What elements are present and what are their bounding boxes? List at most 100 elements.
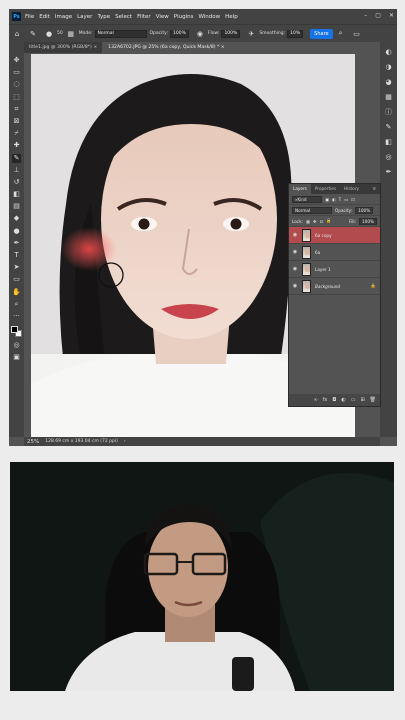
filter-type-icon[interactable]: T (339, 197, 342, 202)
frame-tool-icon[interactable]: ⊠ (12, 117, 21, 126)
hand-tool-icon[interactable]: ✋ (12, 288, 21, 297)
maximize-icon[interactable]: ▢ (375, 12, 381, 19)
pen-tool-icon[interactable]: ✒ (12, 239, 21, 248)
menu-window[interactable]: Window (198, 14, 220, 20)
menu-help[interactable]: Help (225, 14, 238, 20)
tab-close-icon[interactable]: × (221, 45, 225, 50)
visibility-eye-icon[interactable]: ◉ (292, 283, 298, 289)
blend-mode-select[interactable]: Normal (292, 206, 332, 214)
lock-all-icon[interactable]: 🔒 (326, 218, 331, 224)
tab-history[interactable]: History (340, 184, 363, 194)
brush-preset-icon[interactable]: ● (44, 29, 54, 39)
layer-fill-field[interactable]: 100% (359, 217, 377, 225)
channels-icon[interactable]: ◎ (384, 153, 393, 162)
lock-position-icon[interactable]: ✥ (313, 219, 317, 224)
eyedropper-tool-icon[interactable]: ⌿ (12, 129, 21, 138)
layers-icon[interactable]: ◧ (384, 138, 393, 147)
mode-select[interactable]: Normal (94, 29, 147, 38)
home-icon[interactable]: ⌂ (12, 29, 22, 39)
menu-select[interactable]: Select (115, 14, 132, 20)
close-icon[interactable]: ✕ (389, 12, 394, 19)
panel-menu-icon[interactable]: ≡ (368, 184, 380, 194)
tab-layers[interactable]: Layers (289, 184, 311, 194)
mask-icon[interactable]: ◘ (332, 397, 336, 403)
spot-healing-tool-icon[interactable]: ✚ (12, 141, 21, 150)
visibility-eye-icon[interactable]: ◉ (292, 249, 298, 255)
brush-panel-icon[interactable]: ✎ (384, 123, 393, 132)
pressure-opacity-icon[interactable]: ◉ (195, 29, 205, 39)
kind-filter-select[interactable]: ⌕ Kind (292, 195, 322, 203)
move-tool-icon[interactable]: ✥ (12, 56, 21, 65)
visibility-eye-icon[interactable]: ◉ (292, 266, 298, 272)
adjustment-icon[interactable]: ◐ (341, 397, 345, 403)
search-icon[interactable]: ⌕ (336, 29, 346, 39)
zoom-level[interactable]: 25% (27, 439, 39, 445)
lasso-tool-icon[interactable]: ◌ (12, 80, 21, 89)
lock-artboard-icon[interactable]: ⊡ (319, 219, 323, 224)
tab-properties[interactable]: Properties (311, 184, 340, 194)
lock-pixels-icon[interactable]: ▦ (306, 219, 310, 224)
screen-mode-icon[interactable]: ▣ (12, 353, 21, 362)
link-icon[interactable]: ∞ (313, 397, 317, 403)
eraser-tool-icon[interactable]: ◧ (12, 190, 21, 199)
menu-type[interactable]: Type (97, 14, 110, 20)
zoom-tool-icon[interactable]: ⌕ (12, 300, 21, 309)
workspace-icon[interactable]: ▭ (352, 29, 362, 39)
menu-file[interactable]: File (25, 14, 34, 20)
more-tools-icon[interactable]: ··· (12, 312, 21, 321)
tab-close-icon[interactable]: × (93, 45, 97, 50)
menu-image[interactable]: Image (55, 14, 72, 20)
menu-layer[interactable]: Layer (77, 14, 92, 20)
menu-edit[interactable]: Edit (39, 14, 50, 20)
flow-field[interactable]: 100% (221, 29, 241, 38)
layer-row[interactable]: ◉ 6a (289, 244, 380, 261)
swatches-icon[interactable]: ▦ (384, 93, 393, 102)
crop-tool-icon[interactable]: ⌗ (12, 105, 21, 114)
layer-row[interactable]: ◉ 6a copy (289, 227, 380, 244)
fx-icon[interactable]: fx (323, 397, 328, 403)
learn-icon[interactable]: ◐ (384, 48, 393, 57)
type-tool-icon[interactable]: T (12, 251, 21, 260)
path-select-tool-icon[interactable]: ➤ (12, 263, 21, 272)
minimize-icon[interactable]: – (364, 12, 367, 19)
object-select-tool-icon[interactable]: ⬚ (12, 93, 21, 102)
clone-stamp-tool-icon[interactable]: ⊥ (12, 166, 21, 175)
foreground-color[interactable] (11, 326, 18, 334)
brush-tool-icon[interactable]: ✎ (28, 29, 38, 39)
status-arrow-icon[interactable]: › (124, 439, 126, 444)
dodge-tool-icon[interactable]: ● (12, 227, 21, 236)
layer-row[interactable]: ◉ Background 🔒 (289, 278, 380, 295)
opacity-field[interactable]: 100% (170, 29, 189, 38)
filter-adjustment-icon[interactable]: ◐ (332, 197, 336, 202)
menu-filter[interactable]: Filter (137, 14, 151, 20)
filter-shape-icon[interactable]: ▭ (344, 197, 348, 202)
smoothing-field[interactable]: 10% (287, 29, 304, 38)
menu-view[interactable]: View (156, 14, 169, 20)
group-icon[interactable]: ▭ (351, 397, 356, 403)
adjustments-icon[interactable]: ◑ (384, 63, 393, 72)
color-swatches[interactable] (11, 326, 22, 338)
gradient-tool-icon[interactable]: ▤ (12, 202, 21, 211)
trash-icon[interactable]: 🗑 (370, 397, 376, 403)
menu-plugins[interactable]: Plugins (174, 14, 194, 20)
artboard-tool-icon[interactable]: ▭ (12, 68, 21, 77)
color-icon[interactable]: ◕ (384, 78, 393, 87)
share-button[interactable]: Share (310, 28, 333, 39)
quick-mask-icon[interactable]: ◎ (12, 341, 21, 350)
layer-opacity-field[interactable]: 100% (355, 206, 374, 214)
paths-icon[interactable]: ✒ (384, 168, 393, 177)
airbrush-icon[interactable]: ✈ (246, 29, 256, 39)
blur-tool-icon[interactable]: ◆ (12, 214, 21, 223)
brush-settings-icon[interactable]: ▦ (66, 29, 76, 39)
visibility-eye-icon[interactable]: ◉ (292, 232, 298, 238)
info-icon[interactable]: ⓘ (384, 108, 393, 117)
new-layer-icon[interactable]: ⊞ (360, 397, 364, 403)
tab-132a6702[interactable]: 132A6702.JPG @ 25% (6a copy, Quick Mask/… (103, 42, 230, 53)
rectangle-tool-icon[interactable]: ▭ (12, 275, 21, 284)
filter-smart-icon[interactable]: ⊡ (351, 197, 355, 202)
history-brush-tool-icon[interactable]: ↺ (12, 178, 21, 187)
layer-row[interactable]: ◉ Layer 1 (289, 261, 380, 278)
brush-tool-icon-selected[interactable]: ✎ (12, 153, 21, 163)
tab-title1[interactable]: title1.jpg @ 300% (RGB/8*) × (24, 42, 103, 53)
filter-pixel-icon[interactable]: ▣ (325, 197, 329, 202)
